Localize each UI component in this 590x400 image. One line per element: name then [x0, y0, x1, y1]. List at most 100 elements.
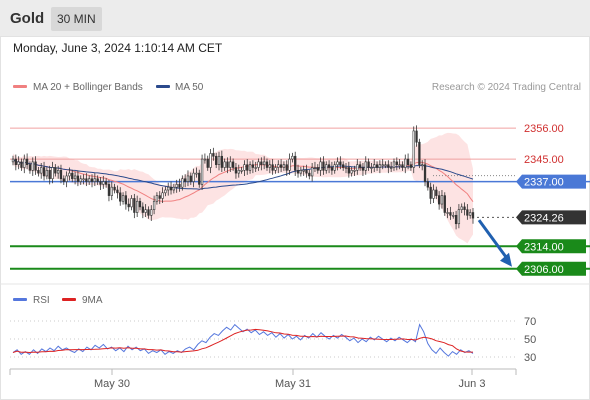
candle-body	[102, 181, 105, 185]
candle-body	[169, 186, 173, 191]
candle-body	[65, 175, 68, 182]
candle-body	[367, 161, 370, 168]
candle-body	[90, 178, 94, 182]
candle-body	[138, 200, 142, 208]
candle-body	[243, 164, 246, 171]
candle-body	[20, 161, 23, 168]
candle-body	[423, 164, 427, 182]
candle-body	[282, 164, 286, 168]
candle-body	[144, 209, 147, 213]
rsi-level-label-1: 50	[524, 334, 536, 346]
candle-body	[471, 212, 475, 219]
candle-body	[206, 158, 209, 168]
candle-body	[260, 161, 263, 165]
price-chart[interactable]: MA 20 + Bollinger Bands MA 50 Research ©…	[0, 0, 590, 400]
price-tags: 2356.00 2345.00 2337.00 2324.26 2314.00 2306.…	[516, 123, 586, 276]
candle-body	[319, 161, 322, 171]
candle-body	[104, 181, 108, 185]
candle-body	[215, 155, 218, 165]
rsi-ma-legend-swatch	[62, 298, 76, 301]
candle-body	[381, 164, 384, 166]
candle-body	[330, 167, 334, 171]
time-axis-ticks: May 30 May 31 Jun 3	[9, 369, 517, 390]
candle-body	[469, 212, 472, 216]
candle-body	[353, 170, 356, 172]
candle-body	[409, 164, 413, 168]
price-level-label-0: 2356.00	[524, 123, 564, 135]
candle-body	[147, 209, 150, 216]
candle-body	[37, 170, 40, 174]
candle-body	[184, 178, 187, 182]
price-tag-label-3: 2324.26	[524, 212, 564, 224]
candle-body	[212, 153, 215, 157]
candle-body	[395, 161, 398, 165]
bollinger-legend-label: MA 20 + Bollinger Bands	[33, 82, 143, 93]
candle-body	[164, 189, 167, 194]
candle-body	[110, 186, 113, 196]
candle-body	[350, 170, 353, 174]
forecast-arrow-shaft	[477, 219, 510, 261]
candle-body	[48, 170, 51, 180]
candle-body	[308, 172, 311, 177]
candle-body	[316, 167, 319, 171]
candle-body	[172, 186, 176, 191]
candle-body	[339, 161, 342, 165]
candle-body	[229, 161, 232, 168]
candle-body	[387, 164, 390, 168]
candle-body	[344, 167, 348, 169]
candle-body	[152, 200, 156, 210]
candle-body	[161, 192, 164, 199]
candle-body	[418, 141, 421, 165]
candle-body	[299, 170, 302, 174]
candle-body	[155, 195, 159, 202]
candle-body	[133, 198, 136, 213]
forecast-arrow	[477, 219, 512, 267]
candle-body	[220, 155, 223, 168]
candle-body	[195, 172, 198, 175]
price-level-label-1: 2345.00	[524, 154, 564, 166]
bollinger-legend-swatch	[13, 85, 27, 88]
candle-body	[421, 164, 424, 166]
price-levels	[10, 127, 590, 270]
candle-body	[217, 155, 221, 165]
candle-body	[336, 161, 339, 165]
candle-body	[17, 161, 20, 165]
candle-body	[113, 186, 116, 191]
candle-body	[285, 164, 288, 171]
candle-body	[57, 170, 60, 174]
candle-body	[294, 155, 297, 171]
candle-body	[342, 164, 345, 168]
candle-body	[96, 178, 99, 182]
candle-body	[463, 206, 466, 210]
candle-body	[99, 181, 102, 185]
time-tick-label-0: May 30	[94, 378, 130, 390]
candle-body	[25, 158, 29, 165]
candle-body	[390, 167, 393, 169]
candle-body	[440, 195, 444, 205]
rsi-panel: 70 50 30	[10, 316, 536, 364]
candle-body	[116, 189, 119, 194]
candle-body	[375, 164, 379, 168]
candle-body	[364, 161, 367, 171]
rsi-level-label-2: 30	[524, 352, 536, 364]
candle-body	[356, 164, 359, 171]
candle	[412, 126, 415, 174]
candle-body	[209, 153, 212, 168]
candle-body	[240, 170, 243, 172]
candle-body	[234, 167, 238, 174]
candle-body	[82, 178, 85, 181]
candle-body	[150, 209, 153, 216]
candle-body	[31, 161, 34, 171]
candle-body	[71, 172, 74, 180]
time-tick-label-2: Jun 3	[459, 378, 486, 390]
candle-body	[107, 184, 111, 196]
candle-body	[226, 161, 229, 168]
candle-body	[223, 161, 226, 168]
candle-body	[59, 170, 63, 180]
candle-body	[141, 206, 144, 213]
candle-body	[248, 164, 252, 171]
candle-body	[378, 164, 382, 168]
candle-body	[200, 158, 204, 185]
candle-body	[325, 164, 328, 171]
copyright-text: Research © 2024 Trading Central	[432, 82, 581, 93]
